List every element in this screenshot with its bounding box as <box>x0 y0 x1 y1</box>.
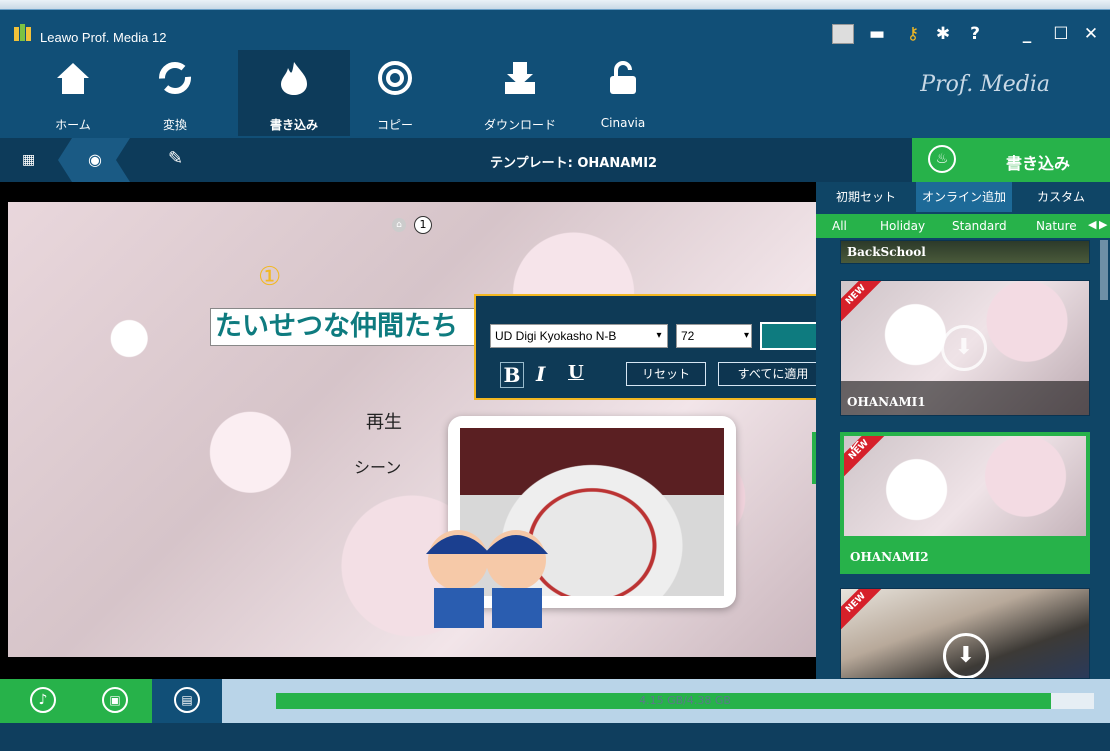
category-prev-icon[interactable]: ◀ <box>1088 218 1096 231</box>
flame-icon: ♨ <box>928 145 956 173</box>
nav-convert-label: 変換 <box>162 118 187 132</box>
title-marker: ① <box>258 262 282 292</box>
download-icon[interactable]: ⬇ <box>943 633 989 678</box>
home-page-icon[interactable]: ⌂ <box>392 218 406 232</box>
close-icon[interactable]: ✕ <box>1080 24 1102 44</box>
menu-icon[interactable] <box>832 24 854 44</box>
copy-icon <box>378 61 412 95</box>
media-buttons <box>0 679 152 723</box>
font-select[interactable]: UD Digi Kyokasho N-B ▾ <box>490 324 668 348</box>
italic-button[interactable]: I <box>536 362 545 386</box>
template-name: OHANAMI1 <box>847 395 926 409</box>
nav-burn-label: 書き込み <box>269 118 318 132</box>
chevron-down-icon: ▾ <box>743 330 749 341</box>
size-select-value: 72 <box>681 329 695 343</box>
disc-save-icon[interactable]: ▤ <box>174 687 200 713</box>
scene-menu-item[interactable]: シーン <box>354 454 401 478</box>
template-name: OHANAMI2 <box>850 550 929 564</box>
bold-button[interactable]: B <box>500 362 524 388</box>
nav-convert[interactable]: 変換 <box>134 50 216 136</box>
text-style-editor: UD Digi Kyokasho N-B ▾ 72 ▾ B I U リセット す… <box>474 294 816 400</box>
help-icon[interactable]: ? <box>964 24 986 44</box>
kids-illustration <box>418 520 558 628</box>
new-badge: NEW <box>841 281 887 326</box>
template-panel: 初期セット オンライン追加 カスタム All Holiday Standard … <box>816 182 1110 679</box>
underline-button[interactable]: U <box>568 362 584 383</box>
burn-button[interactable]: ♨ 書き込み <box>912 138 1110 182</box>
tab-online[interactable]: オンライン追加 <box>916 182 1012 212</box>
scrollbar[interactable] <box>1100 240 1108 300</box>
tab-custom[interactable]: カスタム <box>1012 182 1110 212</box>
category-next-icon[interactable]: ▶ <box>1099 218 1107 231</box>
template-name: BackSchool <box>847 245 926 259</box>
maximize-icon[interactable]: ☐ <box>1050 24 1072 44</box>
preview-canvas: ⌂ 1 ① たいせつな仲間たち 再生 シーン UD Digi Kyokasho … <box>0 182 816 679</box>
size-select[interactable]: 72 ▾ <box>676 324 752 348</box>
status-bar <box>0 723 1110 751</box>
download-icon[interactable]: ⬇ <box>941 325 987 371</box>
download-icon <box>505 62 535 94</box>
color-picker[interactable] <box>760 322 816 350</box>
window-title: Leawo Prof. Media 12 <box>40 30 167 45</box>
reset-button[interactable]: リセット <box>626 362 706 386</box>
nav-home-label: ホーム <box>55 118 91 132</box>
eye-icon[interactable]: ◉ <box>88 150 102 169</box>
tab-preset[interactable]: 初期セット <box>816 182 916 212</box>
home-icon <box>57 63 89 94</box>
category-nature[interactable]: Nature <box>1036 216 1077 236</box>
font-select-value: UD Digi Kyokasho N-B <box>495 329 617 343</box>
pencil-icon[interactable]: ✎ <box>168 148 183 169</box>
template-backschool[interactable]: BackSchool <box>840 240 1090 264</box>
title-bar: Leawo Prof. Media 12 ▬ ⚷ ✱ ? _ ☐ ✕ <box>0 10 1110 50</box>
template-name: テンプレート: OHANAMI2 <box>490 156 658 171</box>
nav-cinavia-label: Cinavia <box>600 116 646 130</box>
page-indicator[interactable]: 1 <box>414 216 432 234</box>
key-icon[interactable]: ⚷ <box>902 24 924 44</box>
bottom-toolbar: ♪ ▣ ▤ 4.15 GB/4.38 GB <box>0 679 1110 723</box>
chevron-down-icon: ▾ <box>651 325 667 347</box>
grid-icon[interactable]: ▦ <box>22 152 35 168</box>
cinavia-icon <box>610 61 636 94</box>
burn-button-label: 書き込み <box>1006 154 1071 173</box>
music-icon[interactable]: ♪ <box>30 687 56 713</box>
nav-copy-label: コピー <box>376 118 413 132</box>
nav-download-label: ダウンロード <box>483 118 556 132</box>
apply-all-button[interactable]: すべてに適用 <box>718 362 816 386</box>
nav-home[interactable]: ホーム <box>32 50 114 136</box>
image-icon[interactable]: ▣ <box>102 687 128 713</box>
check-icon: ✓ <box>848 436 862 455</box>
top-strip <box>0 0 1110 10</box>
template-toolbar: ▦ ◉ ✎ テンプレート: OHANAMI2 ♨ 書き込み <box>0 138 1110 182</box>
nav-copy[interactable]: コピー <box>354 50 436 136</box>
minimize-icon[interactable]: _ <box>1016 24 1038 44</box>
cherry-blossom-background: ⌂ 1 ① たいせつな仲間たち 再生 シーン UD Digi Kyokasho … <box>8 202 816 657</box>
nav-download[interactable]: ダウンロード <box>470 50 570 136</box>
category-standard[interactable]: Standard <box>952 216 1007 236</box>
capacity-text: 4.15 GB/4.38 GB <box>639 694 731 707</box>
nav-burn[interactable]: 書き込み <box>238 50 350 136</box>
title-text-box[interactable]: たいせつな仲間たち <box>210 308 480 346</box>
category-all[interactable]: All <box>832 216 847 236</box>
template-ohanami1[interactable]: NEW ⬇ OHANAMI1 <box>840 280 1090 416</box>
burn-icon <box>281 62 307 95</box>
gear-icon[interactable]: ✱ <box>932 24 954 44</box>
template-4[interactable]: NEW ⬇ <box>840 588 1090 679</box>
template-ohanami2[interactable]: NEW ✓ OHANAMI2 <box>840 432 1090 574</box>
play-menu-item[interactable]: 再生 <box>366 408 402 434</box>
app-logo-icon <box>14 23 36 41</box>
chat-icon[interactable]: ▬ <box>866 24 888 44</box>
new-badge: NEW <box>841 589 887 634</box>
capacity-bar: 4.15 GB/4.38 GB <box>276 693 1094 709</box>
brand-logo: Prof. Media <box>920 72 1050 97</box>
convert-icon <box>159 62 191 94</box>
nav-cinavia[interactable]: Cinavia <box>582 50 664 136</box>
category-holiday[interactable]: Holiday <box>880 216 925 236</box>
